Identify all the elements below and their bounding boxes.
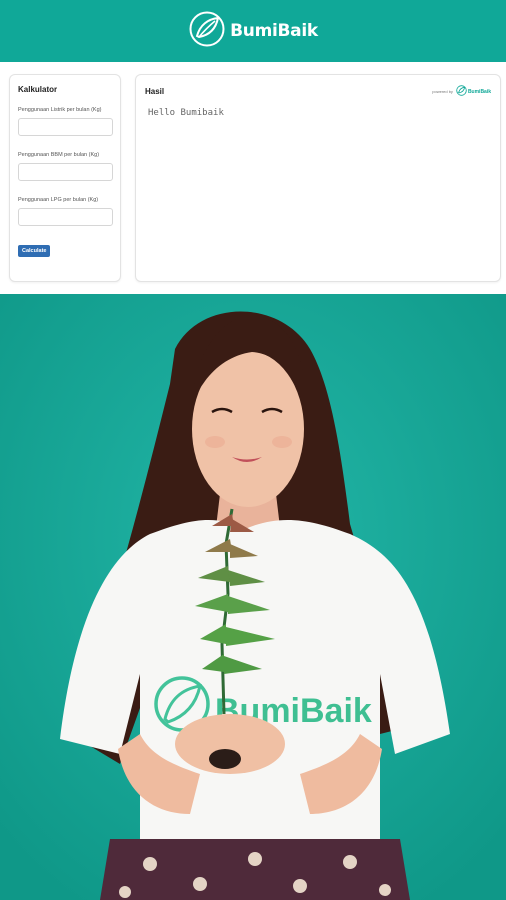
lpg-input[interactable] bbox=[18, 208, 113, 226]
hero-illustration: BumiBaik bbox=[0, 294, 506, 900]
fuel-label: Penggunaan BBM per bulan (Kg) bbox=[18, 152, 100, 158]
hero-photo: BumiBaik bbox=[0, 294, 506, 900]
lpg-label: Penggunaan LPG per bulan (Kg) bbox=[18, 197, 99, 203]
leaf-circle-icon bbox=[188, 10, 226, 53]
app-header: BumiBaik bbox=[0, 0, 506, 62]
main-content: Kalkulator Penggunaan Listrik per bulan … bbox=[0, 62, 506, 294]
leaf-circle-icon bbox=[456, 85, 467, 98]
brand-logo[interactable]: BumiBaik bbox=[188, 10, 318, 53]
electricity-input[interactable] bbox=[18, 118, 113, 136]
powered-brand-name: BumiBaik bbox=[467, 88, 491, 95]
result-output: Hello Bumibaik bbox=[148, 108, 224, 118]
calculator-card: Kalkulator Penggunaan Listrik per bulan … bbox=[9, 74, 121, 282]
calculator-title: Kalkulator bbox=[18, 85, 58, 94]
powered-by-text: powered by bbox=[432, 89, 453, 94]
brand-name: BumiBaik bbox=[230, 21, 318, 41]
result-title: Hasil bbox=[145, 87, 165, 96]
calculate-button[interactable]: Calculate bbox=[18, 245, 51, 257]
powered-by-badge: powered by BumiBaik bbox=[432, 85, 491, 98]
electricity-label: Penggunaan Listrik per bulan (Kg) bbox=[18, 107, 102, 113]
result-card: Hasil powered by BumiBaik Hello Bumibaik bbox=[135, 74, 501, 282]
powered-brand: BumiBaik bbox=[456, 85, 491, 98]
fuel-input[interactable] bbox=[18, 163, 113, 181]
